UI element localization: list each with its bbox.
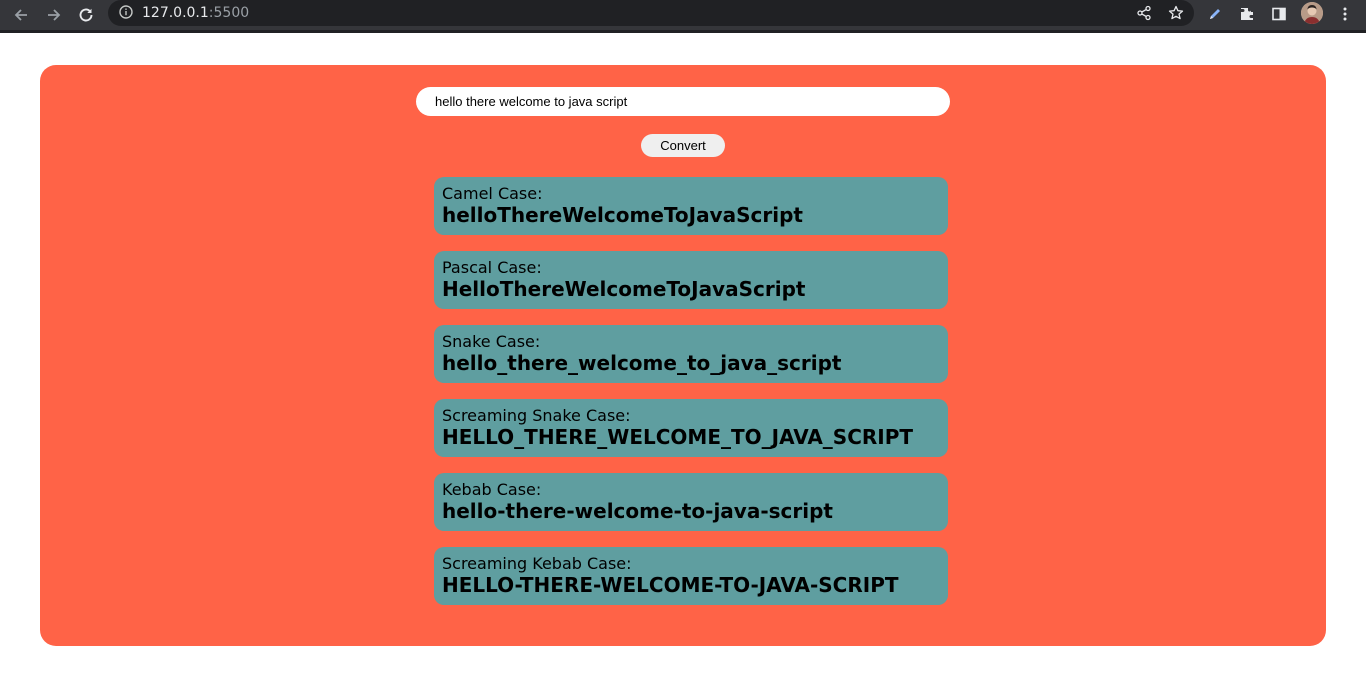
result-label: Snake Case: xyxy=(442,332,541,351)
forward-icon[interactable] xyxy=(43,4,65,26)
text-input[interactable] xyxy=(416,87,950,116)
menu-icon[interactable] xyxy=(1334,3,1356,25)
result-card-snake: Snake Case: hello_there_welcome_to_java_… xyxy=(434,325,948,383)
browser-toolbar: 127.0.0.1:5500 xyxy=(0,0,1366,33)
reload-icon[interactable] xyxy=(75,4,97,26)
result-card-camel: Camel Case: helloThereWelcomeToJavaScrip… xyxy=(434,177,948,235)
result-value: HelloThereWelcomeToJavaScript xyxy=(442,277,806,301)
url-text: 127.0.0.1:5500 xyxy=(142,4,249,22)
star-icon[interactable] xyxy=(1167,4,1185,22)
convert-button[interactable]: Convert xyxy=(641,134,725,157)
result-label: Pascal Case: xyxy=(442,258,542,277)
result-value: HELLO_THERE_WELCOME_TO_JAVA_SCRIPT xyxy=(442,425,914,449)
result-value: helloThereWelcomeToJavaScript xyxy=(442,203,803,227)
share-icon[interactable] xyxy=(1135,4,1153,22)
back-icon[interactable] xyxy=(10,4,32,26)
extensions-icon[interactable] xyxy=(1236,3,1258,25)
result-value: HELLO-THERE-WELCOME-TO-JAVA-SCRIPT xyxy=(442,573,899,597)
info-icon[interactable] xyxy=(118,4,134,20)
result-value: hello-there-welcome-to-java-script xyxy=(442,499,833,523)
url-port: :5500 xyxy=(208,5,250,21)
side-panel-icon[interactable] xyxy=(1268,3,1290,25)
avatar[interactable] xyxy=(1301,2,1323,24)
result-card-screaming-snake: Screaming Snake Case: HELLO_THERE_WELCOM… xyxy=(434,399,948,457)
url-host: 127.0.0.1 xyxy=(142,5,209,21)
pen-icon[interactable] xyxy=(1204,3,1226,25)
address-bar[interactable]: 127.0.0.1:5500 xyxy=(108,0,1194,26)
result-label: Camel Case: xyxy=(442,184,543,203)
result-label: Screaming Snake Case: xyxy=(442,406,631,425)
result-value: hello_there_welcome_to_java_script xyxy=(442,351,842,375)
result-card-pascal: Pascal Case: HelloThereWelcomeToJavaScri… xyxy=(434,251,948,309)
result-card-screaming-kebab: Screaming Kebab Case: HELLO-THERE-WELCOM… xyxy=(434,547,948,605)
result-label: Screaming Kebab Case: xyxy=(442,554,632,573)
result-card-kebab: Kebab Case: hello-there-welcome-to-java-… xyxy=(434,473,948,531)
result-label: Kebab Case: xyxy=(442,480,542,499)
